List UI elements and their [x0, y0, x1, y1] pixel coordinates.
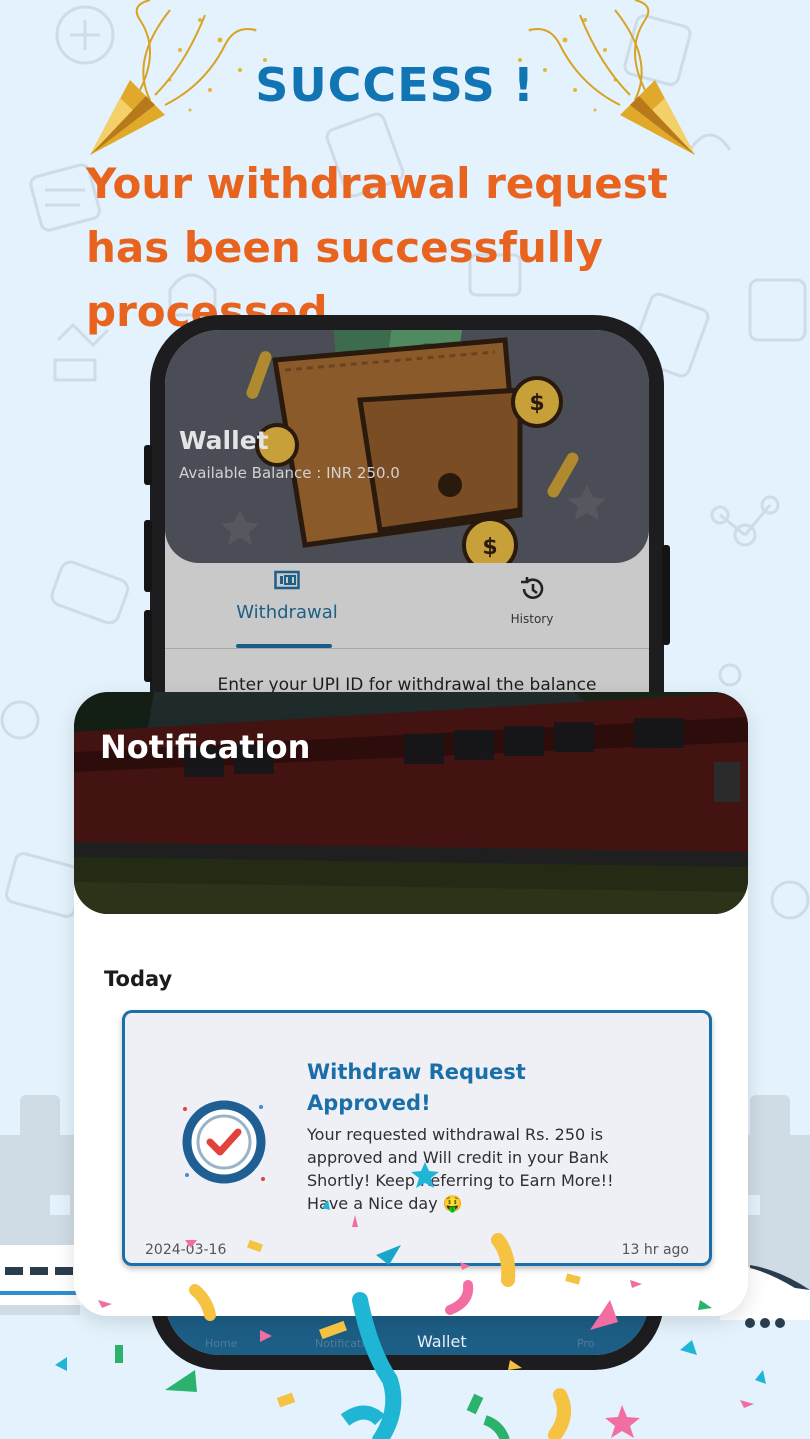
- phone-button: [662, 545, 670, 645]
- available-balance: Available Balance : INR 250.0: [179, 464, 400, 482]
- notification-card[interactable]: Withdraw Request Approved! Your requeste…: [122, 1010, 712, 1266]
- phone-button: [144, 610, 152, 682]
- tab-withdrawal[interactable]: Withdrawal: [227, 570, 347, 623]
- notification-title: Notification: [100, 728, 311, 766]
- check-badge-icon: [182, 1100, 266, 1184]
- svg-text:$: $: [529, 391, 544, 416]
- phone-button: [144, 520, 152, 592]
- svg-text:$: $: [482, 535, 497, 560]
- wallet-header: $ $ Wallet Available Balance : INR 250.0: [165, 330, 649, 563]
- success-title: SUCCESS !: [255, 58, 535, 112]
- section-label-today: Today: [104, 967, 173, 991]
- tab-divider: [165, 648, 649, 649]
- train-photo: [74, 692, 748, 914]
- nav-profile[interactable]: Pro: [577, 1337, 594, 1350]
- nav-notification[interactable]: Notification: [315, 1337, 378, 1350]
- tab-history-label: History: [510, 612, 554, 626]
- nav-wallet[interactable]: Wallet: [417, 1332, 467, 1351]
- history-icon: [521, 577, 544, 599]
- notification-card-title: Withdraw Request Approved!: [307, 1060, 526, 1115]
- phone-button: [144, 445, 152, 485]
- tab-withdrawal-label: Withdrawal: [236, 602, 338, 623]
- wallet-title: Wallet: [179, 426, 269, 455]
- tab-history[interactable]: History: [485, 576, 579, 626]
- notification-time-ago: 13 hr ago: [621, 1242, 689, 1258]
- notification-card-body: Your requested withdrawal Rs. 250 is app…: [307, 1125, 614, 1213]
- notification-date: 2024-03-16: [145, 1242, 227, 1258]
- cash-icon: [274, 570, 300, 590]
- notification-screen: Notification Today Withdraw Request Appr…: [74, 692, 748, 1316]
- notification-header: Notification: [74, 692, 748, 914]
- nav-home[interactable]: Home: [205, 1337, 237, 1350]
